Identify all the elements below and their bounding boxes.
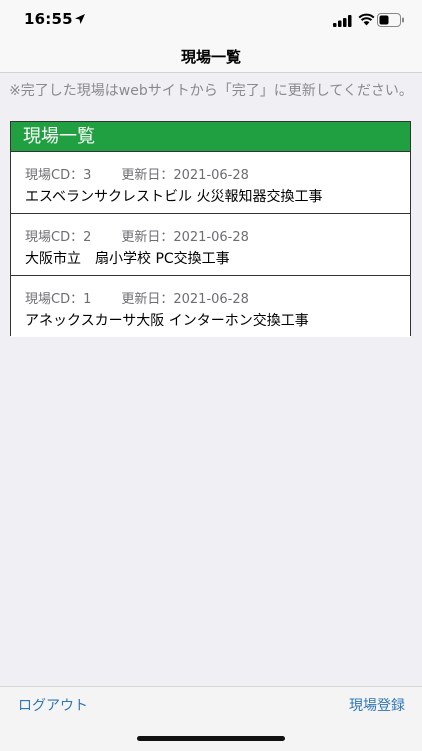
home-indicator[interactable]: [137, 736, 285, 741]
site-updated-date: 更新日：2021-06-28: [121, 168, 249, 183]
cellular-signal-icon: [333, 15, 352, 27]
register-site-button[interactable]: 現場登録: [349, 695, 405, 715]
location-arrow-icon: [75, 14, 85, 24]
battery-icon: [377, 13, 404, 27]
status-bar: 16:55: [0, 0, 422, 40]
logout-button[interactable]: ログアウト: [18, 695, 88, 715]
site-name: エスベランサクレストビル 火災報知器交換工事: [25, 189, 323, 205]
status-time: 16:55: [24, 10, 73, 28]
site-list-item[interactable]: 現場CD：1 更新日：2021-06-28 アネックスカーサ大阪 インターホン交換…: [11, 275, 410, 337]
site-name: アネックスカーサ大阪 インターホン交換工事: [25, 313, 309, 329]
wifi-icon: [358, 13, 375, 26]
site-name: 大阪市立 扇小学校 PC交換工事: [25, 251, 230, 267]
site-list-header: 現場一覧: [11, 122, 410, 151]
site-meta: 現場CD：3 更新日：2021-06-28: [25, 164, 410, 183]
site-meta: 現場CD：1 更新日：2021-06-28: [25, 288, 410, 307]
site-code: 現場CD：1: [25, 292, 92, 307]
site-list-item[interactable]: 現場CD：2 更新日：2021-06-28 大阪市立 扇小学校 PC交換工事: [11, 213, 410, 275]
navigation-bar: 現場一覧: [0, 40, 422, 73]
site-code: 現場CD：3: [25, 168, 92, 183]
page-title: 現場一覧: [180, 48, 241, 66]
site-list-panel: 現場一覧 現場CD：3 更新日：2021-06-28 エスベランサクレストビル 火…: [10, 121, 411, 337]
site-updated-date: 更新日：2021-06-28: [121, 292, 249, 307]
site-meta: 現場CD：2 更新日：2021-06-28: [25, 226, 410, 245]
site-code: 現場CD：2: [25, 230, 92, 245]
bottom-toolbar: ログアウト 現場登録: [0, 686, 422, 751]
site-list-item[interactable]: 現場CD：3 更新日：2021-06-28 エスベランサクレストビル 火災報知器交…: [11, 151, 410, 213]
site-updated-date: 更新日：2021-06-28: [121, 230, 249, 245]
completion-notice: ※完了した現場はwebサイトから「完了」に更新してください。: [9, 83, 413, 99]
